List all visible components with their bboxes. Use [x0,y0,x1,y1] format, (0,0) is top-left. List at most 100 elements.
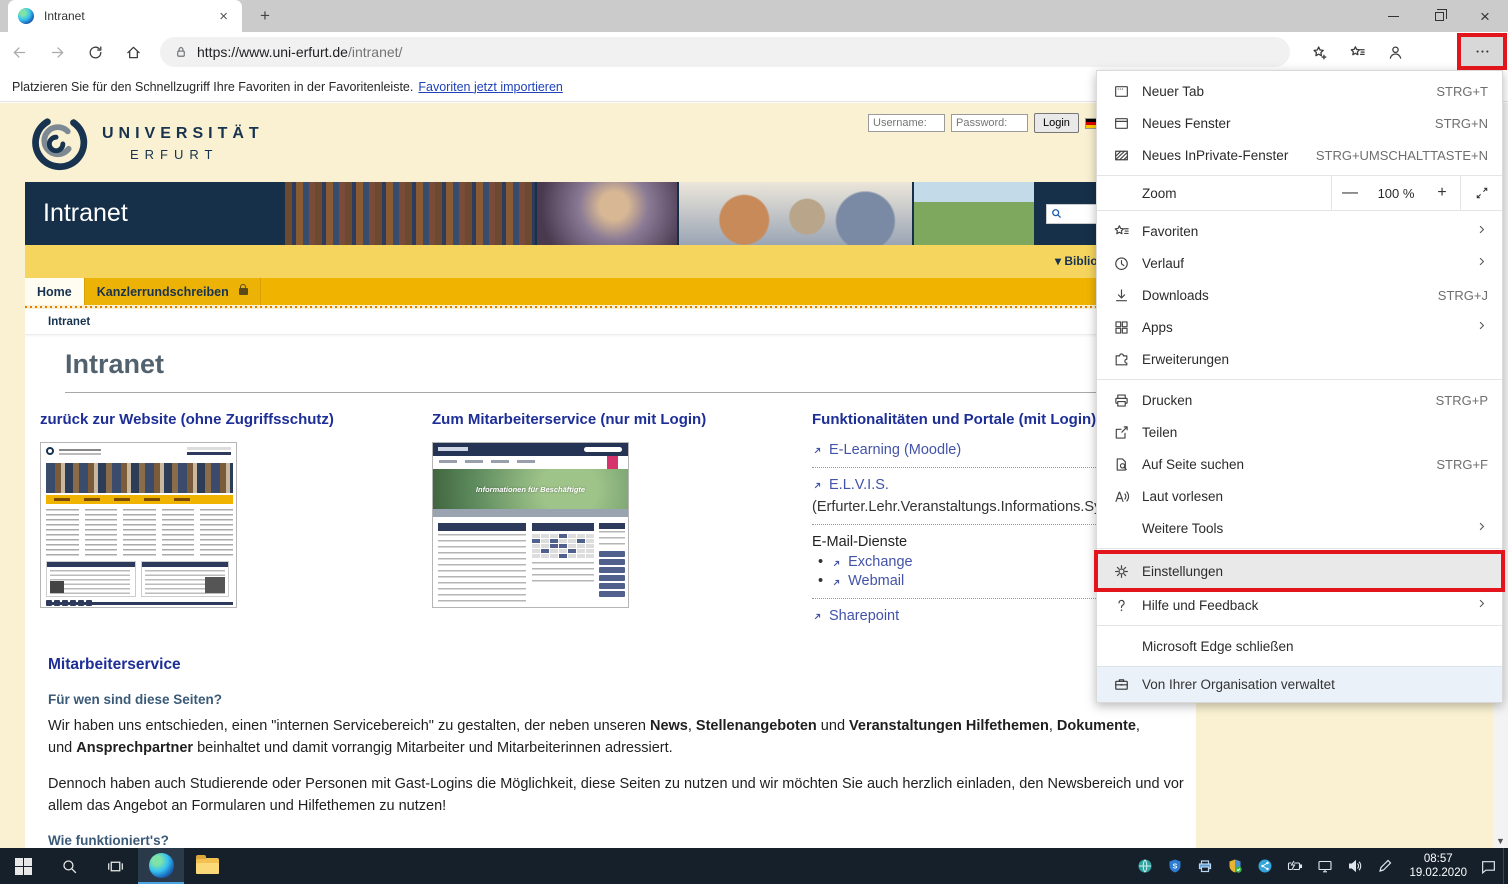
defender-shield-icon[interactable] [1226,858,1243,875]
menu-item-neues-inprivate-fenster[interactable]: Neues InPrivate-FensterSTRG+UMSCHALTTAST… [1097,139,1502,171]
tray-printer-icon[interactable] [1196,858,1213,875]
history-icon [1113,255,1130,272]
ethernet-display-icon[interactable] [1316,858,1333,875]
login-form: Login [868,113,1102,133]
network-globe-icon[interactable] [1136,858,1153,875]
address-bar[interactable]: https://www.uni-erfurt.de/intranet/ [160,37,1290,67]
refresh-icon[interactable] [80,37,110,67]
menu-item-drucken[interactable]: DruckenSTRG+P [1097,384,1502,416]
minimize-button[interactable] [1370,0,1416,32]
password-field[interactable] [951,114,1028,132]
print-icon [1113,392,1130,409]
edge-icon[interactable] [138,848,184,884]
intranet-banner: Intranet [25,182,1196,245]
favorites-list-icon[interactable] [1342,37,1372,67]
menu-item-teilen[interactable]: Teilen [1097,416,1502,448]
search-icon [1050,207,1063,220]
old-website-thumbnail[interactable] [40,442,237,608]
add-favorite-icon[interactable] [1304,37,1334,67]
svg-text:S: S [1173,864,1178,871]
chevron-right-icon [1475,319,1488,335]
restore-button[interactable] [1416,0,1462,32]
column-mitarbeiterservice-link: Zum Mitarbeiterservice (nur mit Login) I… [432,411,812,630]
page-content: Intranet Intranet zurück zur Website (oh… [25,309,1196,848]
university-logo[interactable]: UNIVERSITÄT ERFURT [30,114,264,172]
menu-item-neues-fenster[interactable]: Neues FensterSTRG+N [1097,107,1502,139]
menu-item-neuer-tab[interactable]: Neuer TabSTRG+T [1097,75,1502,107]
chevron-right-icon [1475,255,1488,271]
paragraph: Dennoch haben auch Studierende oder Pers… [48,773,1188,817]
lock-icon [174,45,188,59]
tab-title: Intranet [44,9,215,23]
antivirus-shield-icon[interactable]: S [1166,858,1183,875]
windows-taskbar: S 08:57 19.02.2020 [0,848,1508,884]
scroll-down-arrow-icon[interactable]: ▼ [1493,836,1508,846]
menu-item-hilfe-und-feedback[interactable]: Hilfe und Feedback [1097,589,1502,621]
mitarbeiterservice-thumbnail[interactable]: Informationen für Beschäftigte [432,442,629,608]
taskbar-search-icon[interactable] [46,848,92,884]
briefcase-icon [1113,676,1130,693]
site-tab-kanzlerrundschreiben[interactable]: Kanzlerrundschreiben [84,278,261,305]
new-window-icon [1113,115,1130,132]
close-button[interactable]: × [1462,0,1508,32]
browser-tab[interactable]: Intranet × [8,0,242,32]
menu-item-downloads[interactable]: DownloadsSTRG+J [1097,279,1502,311]
no-icon [1113,638,1130,655]
file-explorer-icon[interactable] [184,848,230,884]
breadcrumb[interactable]: Intranet [25,309,1196,335]
zoom-value: 100 % [1368,186,1424,201]
paragraph: Wir haben uns entschieden, einen "intern… [48,715,1188,759]
managed-by-organisation-banner[interactable]: Von Ihrer Organisation verwaltet [1097,666,1502,702]
menu-item-weitere-tools[interactable]: Weitere Tools [1097,512,1502,544]
zoom-out-button[interactable]: — [1332,184,1368,202]
forward-icon[interactable] [42,37,72,67]
menu-item-apps[interactable]: Apps [1097,311,1502,343]
share-icon [1113,424,1130,441]
import-favorites-link[interactable]: Favoriten jetzt importieren [418,80,563,94]
banner-photo-reading [537,182,677,245]
notice-text: Platzieren Sie für den Schnellzugriff Ih… [12,80,413,94]
profile-icon[interactable] [1380,37,1410,67]
menu-item-laut-vorlesen[interactable]: Laut vorlesen [1097,480,1502,512]
new-tab-button[interactable]: + [252,4,278,28]
menu-item-favoriten[interactable]: Favoriten [1097,215,1502,247]
chevron-right-icon [1475,597,1488,613]
menu-item-verlauf[interactable]: Verlauf [1097,247,1502,279]
pen-icon[interactable] [1376,858,1393,875]
apps-icon [1113,319,1130,336]
menu-item-auf-seite-suchen[interactable]: Auf Seite suchenSTRG+F [1097,448,1502,480]
menu-item-microsoft-edge-schließen[interactable]: Microsoft Edge schließen [1097,630,1502,662]
start-icon[interactable] [0,848,46,884]
login-button[interactable]: Login [1034,113,1079,133]
favorites-icon [1113,223,1130,240]
system-tray: S [1136,858,1403,875]
lock-icon [239,288,248,295]
bibliothek-quicklink[interactable]: ▾ Biblio [1055,254,1098,268]
question-icon [1113,597,1130,614]
menu-item-einstellungen[interactable]: Einstellungen [1097,553,1502,589]
site-tab-home[interactable]: Home [25,278,84,305]
action-center-icon[interactable] [1473,858,1503,875]
extensions-icon [1113,351,1130,368]
fullscreen-icon[interactable] [1460,175,1502,211]
zoom-in-button[interactable]: + [1424,184,1460,202]
username-field[interactable] [868,114,945,132]
menu-item-erweiterungen[interactable]: Erweiterungen [1097,343,1502,375]
home-icon[interactable] [118,37,148,67]
taskbar-clock[interactable]: 08:57 19.02.2020 [1409,852,1467,880]
brand-text: UNIVERSITÄT ERFURT [102,125,264,162]
show-desktop-button[interactable] [1503,848,1508,884]
banner-title: Intranet [25,182,285,245]
download-icon [1113,287,1130,304]
task-view-icon[interactable] [92,848,138,884]
more-menu-button[interactable] [1461,37,1503,66]
tab-close-icon[interactable]: × [215,8,232,25]
back-icon[interactable] [4,37,34,67]
battery-icon[interactable] [1286,858,1303,875]
banner-photo-students [679,182,912,245]
banner-photo-outdoor [914,182,1034,245]
uni-erfurt-logo-icon [30,114,88,172]
find-icon [1113,456,1130,473]
speaker-icon[interactable] [1346,858,1363,875]
share-circle-icon[interactable] [1256,858,1273,875]
